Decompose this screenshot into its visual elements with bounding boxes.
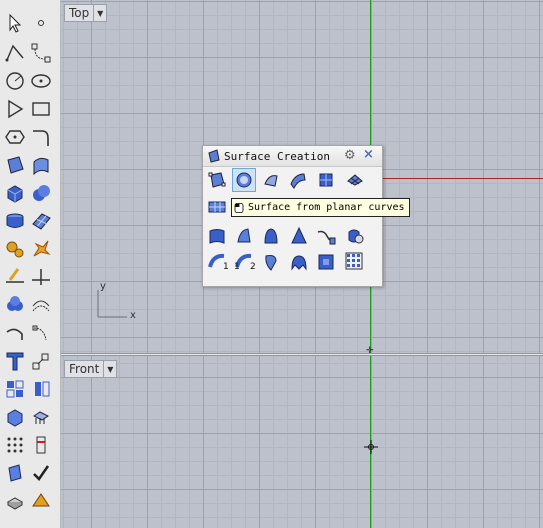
chevron-down-icon[interactable]: ▼ [103, 361, 116, 377]
extrude-straight-icon[interactable] [205, 195, 229, 219]
polygon-icon[interactable] [2, 124, 28, 150]
x-axis-line [381, 178, 543, 179]
palette-number-label: 2 [250, 262, 256, 272]
rectangle-icon[interactable] [28, 96, 54, 122]
palette-number-label: 1 [223, 262, 229, 272]
fillet-curve-icon[interactable] [28, 124, 54, 150]
patch-surface-icon[interactable] [314, 168, 338, 192]
heightfield-grid-icon[interactable] [343, 250, 367, 274]
control-point-curve-icon[interactable] [28, 40, 54, 66]
mirror-icon[interactable] [28, 376, 54, 402]
material-icon[interactable] [28, 488, 54, 514]
chevron-down-icon[interactable]: ▼ [93, 5, 106, 21]
extrude-to-point-icon[interactable] [232, 224, 256, 248]
sphere-solid-icon[interactable] [28, 180, 54, 206]
arc-icon[interactable] [2, 96, 28, 122]
surface-from-planar-curves-icon[interactable] [232, 168, 256, 192]
surface-from-points-icon[interactable] [2, 152, 28, 178]
tooltip-text: Surface from planar curves [248, 202, 405, 213]
array-icon[interactable] [2, 376, 28, 402]
y-axis-label: y [100, 281, 106, 292]
network-surface-icon[interactable] [343, 168, 367, 192]
palette-app-icon [208, 149, 220, 163]
palette-number-label: 1 [234, 262, 240, 272]
surface-from-points-grid-icon[interactable] [259, 168, 283, 192]
mesh-tools-icon[interactable] [28, 404, 54, 430]
circle-icon[interactable] [2, 68, 28, 94]
drape-surface-icon[interactable] [287, 250, 311, 274]
blend-curve-icon[interactable] [2, 320, 28, 346]
ellipse-icon[interactable] [28, 68, 54, 94]
boolean-union-icon[interactable] [2, 292, 28, 318]
mesh-plane-icon[interactable] [28, 208, 54, 234]
select-arrow-icon[interactable] [2, 10, 28, 36]
crosshair-cursor-icon [364, 440, 378, 454]
close-icon[interactable]: × [363, 147, 374, 162]
tooltip: Surface from planar curves [231, 198, 410, 217]
top-viewport-title[interactable]: Top ▼ [64, 4, 108, 22]
plane-through-points-icon[interactable] [314, 250, 338, 274]
solid-edit-icon[interactable] [2, 404, 28, 430]
point-icon[interactable] [28, 10, 54, 36]
point-grid-icon[interactable] [2, 432, 28, 458]
crosshair-marker-icon: ✛ [366, 346, 374, 353]
extrude-surface-icon[interactable] [28, 152, 54, 178]
gear-icon[interactable]: ⚙ [344, 148, 356, 163]
front-viewport-title[interactable]: Front ▼ [64, 360, 118, 378]
surface-from-edges-icon[interactable] [286, 168, 310, 192]
palette-title: Surface Creation [224, 149, 330, 163]
palette-titlebar[interactable]: Surface Creation ⚙ × [203, 146, 382, 167]
rail-revolve-icon[interactable] [259, 250, 283, 274]
surface-from-corner-points-icon[interactable] [205, 168, 229, 192]
gear-transform-icon[interactable] [2, 236, 28, 262]
mouse-icon [234, 202, 244, 213]
loft-icon[interactable] [259, 224, 283, 248]
explode-icon[interactable] [28, 236, 54, 262]
revolve-icon[interactable] [343, 224, 367, 248]
polyline-icon[interactable] [2, 40, 28, 66]
analyze-icon[interactable] [28, 432, 54, 458]
viewport-name: Top [69, 6, 90, 20]
offset-icon[interactable] [28, 292, 54, 318]
scale-icon[interactable] [28, 348, 54, 374]
left-toolbar [0, 0, 61, 528]
split-icon[interactable] [28, 264, 54, 290]
x-axis-label: x [130, 310, 136, 321]
dimension-icon[interactable] [28, 320, 54, 346]
layer-icon[interactable] [2, 460, 28, 486]
cone-surface-icon[interactable] [287, 224, 311, 248]
viewport-name: Front [69, 362, 100, 376]
box-solid-icon[interactable] [2, 180, 28, 206]
front-viewport[interactable]: Front ▼ [61, 356, 543, 528]
check-icon[interactable] [28, 460, 54, 486]
extrude-curve-icon[interactable] [205, 224, 229, 248]
text-object-icon[interactable] [2, 348, 28, 374]
cylinder-icon[interactable] [2, 208, 28, 234]
render-icon[interactable] [2, 488, 28, 514]
trim-icon[interactable] [2, 264, 28, 290]
sweep-one-rail-icon[interactable] [314, 224, 338, 248]
